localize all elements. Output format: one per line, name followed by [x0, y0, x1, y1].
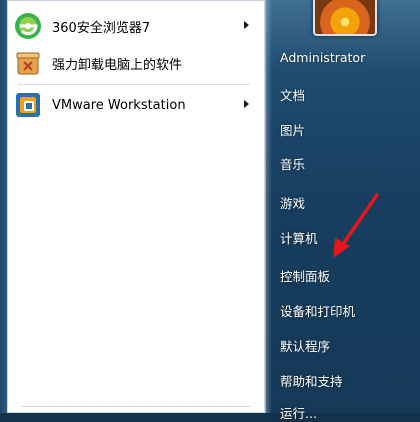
annotation-arrow [333, 193, 379, 258]
